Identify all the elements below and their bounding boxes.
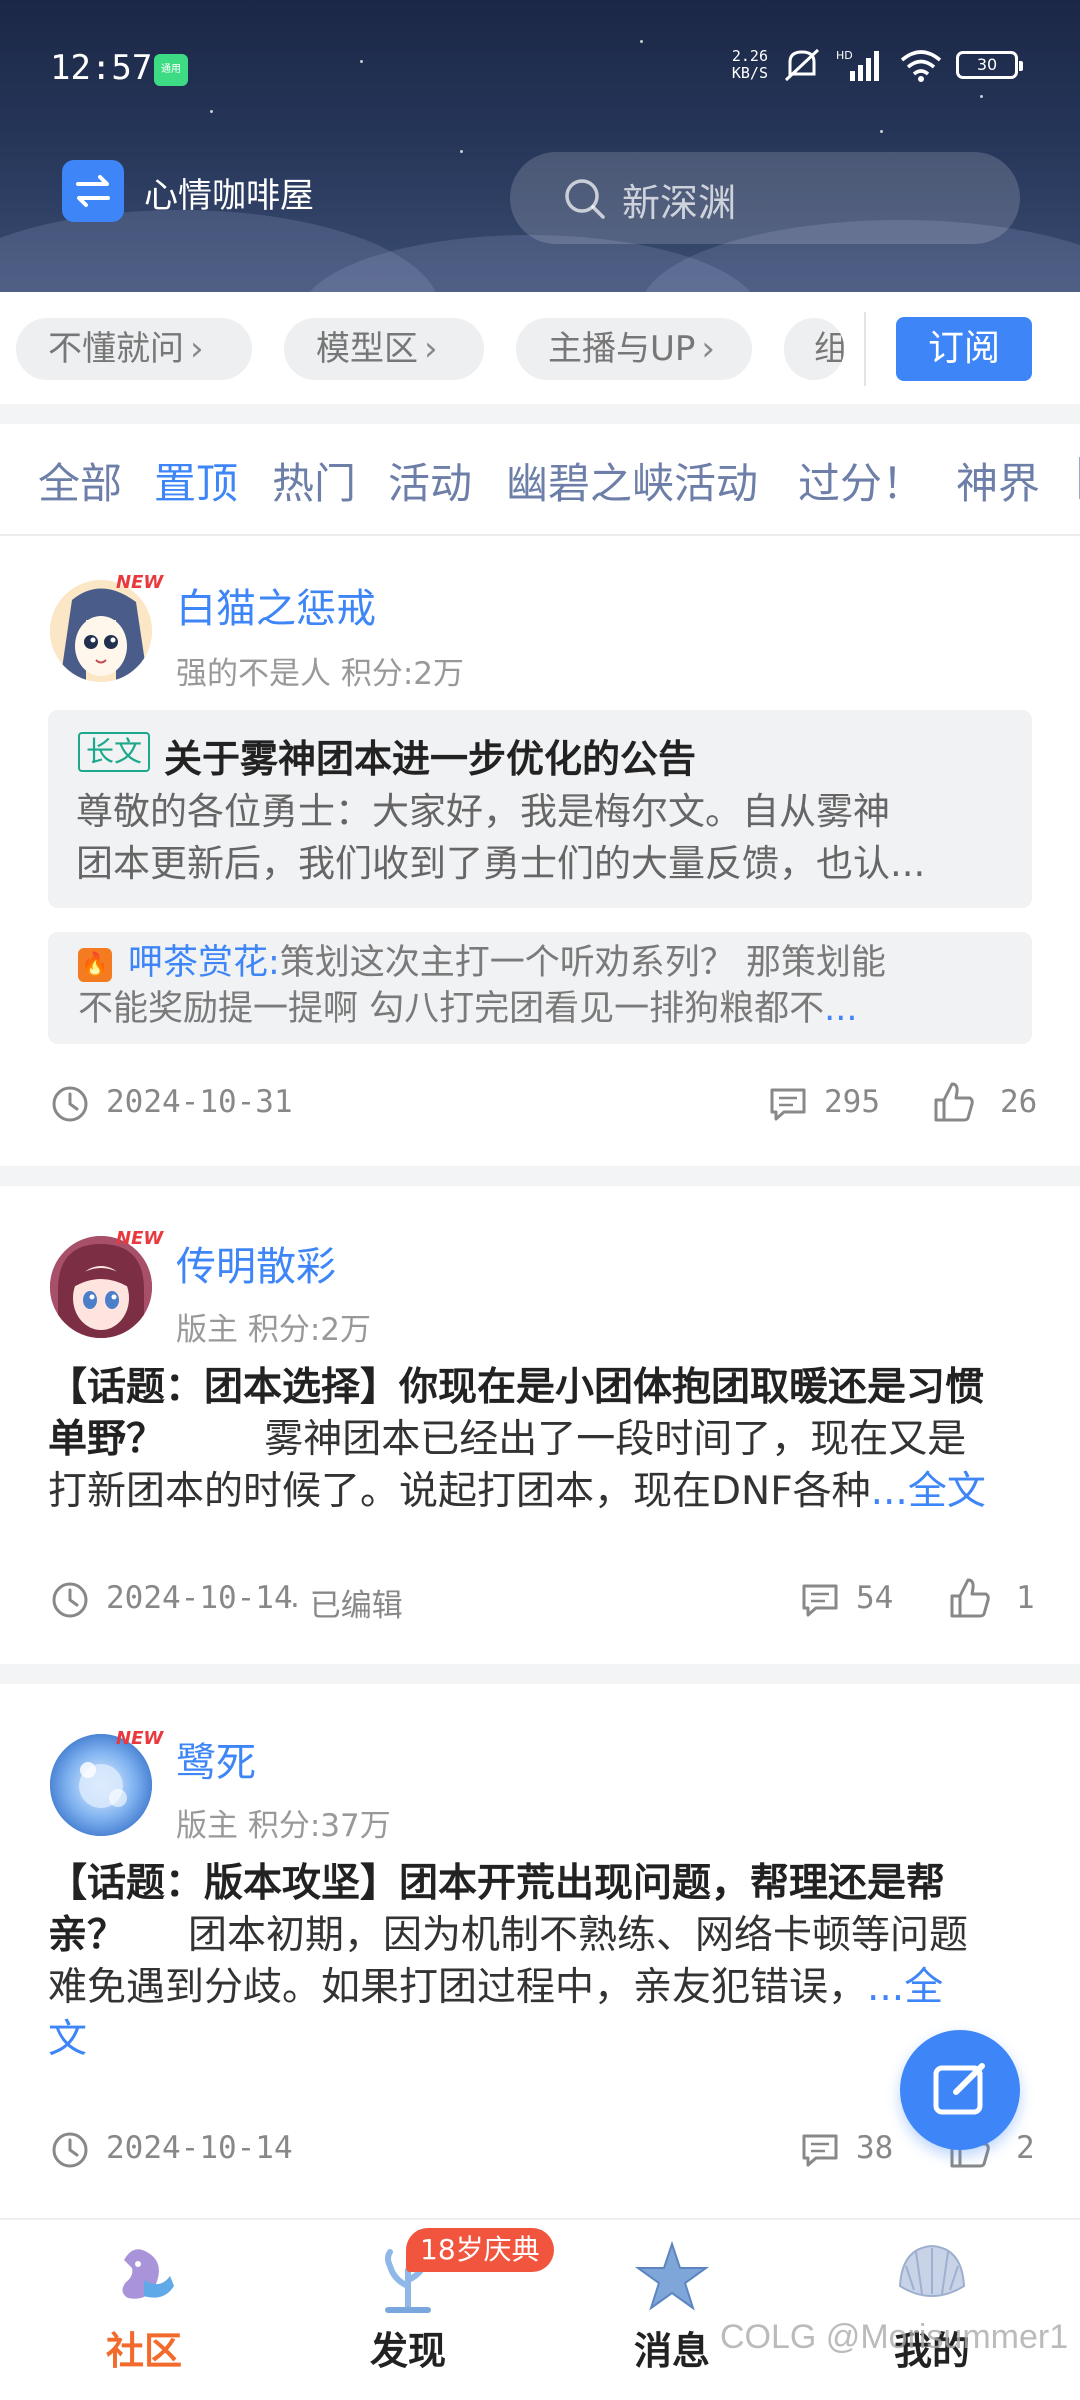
signal-icon: HD (836, 49, 879, 81)
new-badge: NEW (116, 572, 164, 593)
network-speed: 2.26 KB/S (731, 47, 768, 82)
post-body[interactable]: 【话题：团本选择】你现在是小团体抱团取暖还是习惯 单野？ 雾神团本已经出了一段时… (48, 1362, 1048, 1518)
long-article-badge: 长文 (78, 732, 151, 772)
system-icons: 2.26 KB/S HD 30 (731, 46, 1023, 84)
post-date: 2024-10-31 (106, 1084, 293, 1120)
tab-hot[interactable]: 热门 (272, 450, 356, 511)
forum-title: 心情咖啡屋 (144, 176, 314, 216)
chevron-right-icon: › (424, 329, 438, 369)
comment-icon[interactable] (800, 2130, 840, 2170)
section-gap (0, 404, 1080, 424)
read-full-link[interactable]: ...全 (867, 1965, 943, 2010)
header-banner: 12:57 通用 2.26 KB/S HD 30 心情咖啡屋 新深渊 (0, 0, 1080, 292)
post-author[interactable]: 鹭死 (176, 1730, 256, 1788)
event-badge: 18岁庆典 (406, 2228, 554, 2272)
starfish-icon (634, 2240, 710, 2311)
top-reply-box[interactable]: 🔥 呷茶赏花:策划这次主打一个听劝系列？ 那策划能 不能奖励提一提啊 勾八打完团… (48, 932, 1032, 1044)
thumbs-up-icon[interactable] (932, 1080, 976, 1124)
shell-icon (898, 2244, 966, 2298)
topic-title: 【话题：版本攻坚】团本开荒出现问题，帮理还是帮 (48, 1861, 946, 1906)
tab-guofen[interactable]: 过分！ (798, 450, 924, 511)
like-count: 1 (1016, 1580, 1035, 1616)
comment-count: 295 (824, 1084, 880, 1120)
topic-title: 【话题：团本选择】你现在是小团体抱团取暖还是习惯 (48, 1365, 985, 1410)
post-title: 关于雾神团本进一步优化的公告 (164, 737, 697, 781)
post-date: 2024-10-14 (106, 2130, 293, 2166)
mute-icon (784, 48, 820, 82)
switch-forum-button[interactable] (62, 160, 124, 222)
tab-events[interactable]: 活动 (388, 450, 472, 511)
post-preview-box[interactable]: 长文 关于雾神团本进一步优化的公告 尊敬的各位勇士：大家好，我是梅尔文。自从雾神… (48, 710, 1032, 908)
avatar-illustration (50, 1236, 152, 1338)
post-author[interactable]: 传明散彩 (176, 1234, 336, 1292)
author-rank-score: 版主 积分:2万 (176, 1312, 372, 1348)
tab-pinned[interactable]: 置顶 (154, 450, 238, 511)
author-rank-score: 版主 积分:37万 (176, 1808, 391, 1844)
swap-arrows-icon (76, 175, 110, 207)
category-tabs: 全部 置顶 热门 活动 幽碧之峡活动 过分！ 神界 | (0, 424, 1080, 536)
search-icon (565, 179, 605, 219)
status-time: 12:57 (50, 48, 153, 88)
avatar[interactable] (50, 1236, 152, 1338)
divider (0, 534, 1080, 536)
post-author[interactable]: 白猫之惩戒 (176, 576, 376, 634)
community-icon (122, 2249, 174, 2299)
read-full-link[interactable]: ...全文 (871, 1469, 986, 1514)
subforum-chip[interactable]: 主播与UP › (516, 318, 752, 380)
new-badge: NEW (116, 1228, 164, 1249)
reply-more-link[interactable]: ... (824, 989, 857, 1029)
search-placeholder: 新深渊 (622, 181, 737, 225)
search-input[interactable]: 新深渊 (510, 152, 1020, 244)
nav-messages[interactable]: 消息 (582, 2220, 762, 2400)
avatar[interactable] (50, 580, 152, 682)
banner-star (460, 150, 463, 153)
divider (864, 312, 866, 386)
comment-icon[interactable] (800, 1580, 840, 1620)
tab-all[interactable]: 全部 (38, 450, 122, 511)
chevron-right-icon: › (701, 329, 715, 369)
notification-app-icon: 通用 (154, 54, 188, 86)
watermark: COLG @Morisummer1 (720, 2318, 1069, 2356)
like-count: 26 (1000, 1084, 1038, 1120)
subscribe-button[interactable]: 订阅 (896, 317, 1032, 381)
top-reply-text: 呷茶赏花:策划这次主打一个听劝系列？ 那策划能 不能奖励提一提啊 勾八打完团看见… (78, 943, 886, 1029)
post-excerpt: 尊敬的各位勇士：大家好，我是梅尔文。自从雾神 团本更新后，我们收到了勇士们的大量… (76, 790, 926, 885)
clock-icon (52, 2132, 88, 2168)
new-badge: NEW (116, 1728, 164, 1749)
subforum-chip[interactable]: 不懂就问 › (16, 318, 252, 380)
avatar[interactable] (50, 1734, 152, 1836)
reply-author[interactable]: 呷茶赏花: (128, 943, 280, 983)
clock-icon (52, 1582, 88, 1618)
battery-indicator: 30 (956, 51, 1023, 79)
edit-icon (933, 2063, 985, 2115)
tab-overflow[interactable]: | (1074, 450, 1080, 499)
tab-youbi-event[interactable]: 幽碧之峡活动 (506, 450, 758, 511)
post-date: 2024-10-14 (106, 1580, 293, 1616)
subforum-row: 不懂就问 › 模型区 › 主播与UP › 组 订阅 (0, 292, 1080, 404)
avatar-illustration (50, 580, 152, 682)
chevron-right-icon: › (190, 329, 204, 369)
wifi-icon (900, 50, 942, 82)
edited-label: · 已编辑 (290, 1588, 403, 1624)
comment-icon[interactable] (768, 1084, 808, 1124)
thumbs-up-icon[interactable] (948, 1576, 992, 1620)
nav-profile[interactable]: 我的 (842, 2220, 1022, 2400)
subforum-chip[interactable]: 组 (784, 318, 844, 380)
section-gap (0, 1664, 1080, 1684)
section-gap (0, 1166, 1080, 1186)
compose-post-button[interactable] (900, 2030, 1020, 2150)
clock-icon (52, 1086, 88, 1122)
post-body[interactable]: 【话题：版本攻坚】团本开荒出现问题，帮理还是帮 亲？ 团本初期，因为机制不熟练、… (48, 1858, 1048, 2066)
nav-community[interactable]: 社区 (54, 2220, 234, 2400)
subforum-chip[interactable]: 模型区 › (284, 318, 484, 380)
status-bar: 12:57 通用 2.26 KB/S HD 30 (0, 0, 1080, 140)
comment-count: 54 (856, 1580, 894, 1616)
tab-shenjie[interactable]: 神界 (956, 450, 1040, 511)
avatar-illustration (50, 1734, 152, 1836)
author-rank-score: 强的不是人 积分:2万 (176, 656, 465, 692)
read-full-link[interactable]: 文 (48, 2017, 87, 2062)
comment-count: 38 (856, 2130, 894, 2166)
svg-text:HD: HD (836, 49, 853, 62)
